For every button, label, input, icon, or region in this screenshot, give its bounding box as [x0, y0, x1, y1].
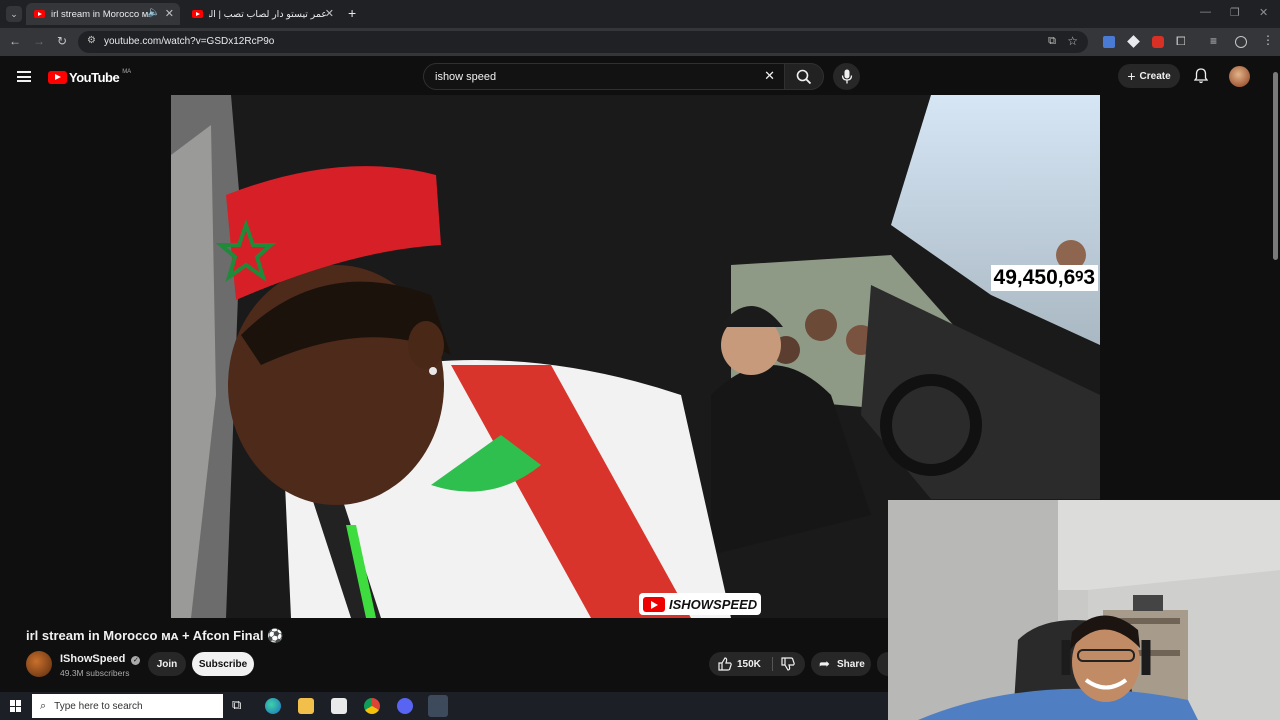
webcam-overlay — [888, 500, 1280, 720]
close-tab-icon[interactable]: ✕ — [325, 7, 334, 20]
plus-icon: + — [1127, 68, 1136, 84]
reload-icon[interactable]: ↻ — [57, 34, 67, 48]
watermark-text: ISHOWSPEED — [669, 596, 758, 612]
speaker-icon[interactable]: 🔈 — [148, 7, 160, 18]
profile-icon[interactable] — [1235, 36, 1247, 48]
site-info-icon[interactable]: ⚙ — [87, 35, 96, 46]
forward-icon[interactable]: → — [33, 34, 45, 48]
like-button[interactable]: 150K — [709, 652, 771, 676]
translate-extension-icon[interactable] — [1103, 36, 1115, 48]
extensions-puzzle-icon[interactable]: ⧠ — [1176, 34, 1186, 49]
dislike-button[interactable] — [773, 652, 805, 676]
windows-start-icon[interactable] — [10, 700, 22, 712]
thumbs-down-icon — [781, 657, 795, 671]
clear-search-icon[interactable]: ✕ — [764, 68, 775, 84]
youtube-logo[interactable]: YouTube MA — [48, 69, 131, 85]
search-input[interactable]: ishow speed ✕ — [423, 63, 785, 90]
hamburger-menu-icon[interactable] — [17, 71, 31, 82]
tab-title: irl stream in Morocco ᴍᴀ - — [51, 8, 151, 20]
extension-red-icon[interactable] — [1152, 36, 1164, 48]
watermark-play-icon — [643, 596, 665, 612]
thumbs-up-icon — [718, 657, 732, 671]
microphone-icon — [841, 69, 852, 84]
channel-avatar[interactable] — [26, 651, 52, 677]
new-tab-button[interactable]: + — [348, 5, 356, 21]
taskbar-search-icon: ⌕ — [40, 699, 47, 712]
view-counter-overlay: 49,450,6ꝰ3 — [990, 265, 1098, 291]
tab-irl-stream[interactable]: irl stream in Morocco ᴍᴀ - 🔈 ✕ — [26, 3, 180, 25]
voice-search-button[interactable] — [833, 63, 860, 90]
restore-icon[interactable]: ❐ — [1230, 6, 1240, 19]
share-button[interactable]: ➦ Share — [811, 652, 871, 676]
close-tab-icon[interactable]: ✕ — [165, 7, 174, 20]
minimize-icon[interactable]: — — [1200, 6, 1211, 18]
share-label: Share — [837, 659, 865, 670]
ishowspeed-watermark: ISHOWSPEED — [639, 593, 762, 615]
like-dislike-group: 150K — [709, 652, 805, 676]
account-avatar[interactable] — [1229, 66, 1250, 87]
youtube-header: YouTube MA ishow speed ✕ — [0, 56, 1280, 96]
install-app-icon[interactable]: ⧉ — [1048, 35, 1056, 48]
notifications-bell-icon[interactable] — [1194, 68, 1208, 84]
channel-name[interactable]: IShowSpeed ✓ — [60, 653, 141, 665]
file-explorer-icon[interactable] — [298, 698, 314, 714]
microsoft-store-icon[interactable] — [331, 698, 347, 714]
edge-browser-icon[interactable] — [265, 698, 281, 714]
youtube-play-logo-icon — [48, 70, 67, 84]
create-button[interactable]: + Create — [1118, 64, 1180, 88]
channel-name-text: IShowSpeed — [60, 653, 126, 665]
taskbar-search-input[interactable]: ⌕ Type here to search — [32, 694, 223, 718]
tab-search-button[interactable]: ⌄ — [6, 6, 22, 22]
back-icon[interactable]: ← — [9, 34, 21, 48]
address-bar[interactable]: ⚙ youtube.com/watch?v=GSDx12RcP9o ⧉ ☆ — [78, 31, 1088, 53]
windows-taskbar: ⌕ Type here to search ⧉ — [0, 692, 888, 720]
active-app-icon[interactable] — [428, 695, 448, 717]
youtube-favicon-icon — [192, 10, 203, 18]
chrome-icon[interactable] — [364, 698, 380, 714]
discord-icon[interactable] — [397, 698, 413, 714]
url-text: youtube.com/watch?v=GSDx12RcP9o — [104, 36, 275, 47]
video-title: irl stream in Morocco ᴍᴀ + Afcon Final ⚽ — [26, 628, 284, 643]
country-code: MA — [122, 69, 132, 75]
browser-tab-strip: ⌄ irl stream in Morocco ᴍᴀ - 🔈 ✕ عمر تيس… — [0, 0, 1280, 28]
browser-menu-icon[interactable]: ⋮ — [1262, 33, 1274, 47]
close-window-icon[interactable]: ✕ — [1259, 6, 1268, 19]
browser-toolbar: ← → ↻ ⚙ youtube.com/watch?v=GSDx12RcP9o … — [0, 28, 1280, 56]
youtube-favicon-icon — [34, 10, 45, 18]
bookmark-star-icon[interactable]: ☆ — [1067, 34, 1078, 48]
create-label: Create — [1139, 70, 1171, 82]
verified-badge-icon: ✓ — [131, 656, 141, 665]
like-count: 150K — [737, 658, 761, 670]
search-icon — [796, 69, 812, 85]
search-button[interactable] — [784, 63, 824, 90]
youtube-logo-text: YouTube — [69, 69, 120, 85]
share-icon: ➦ — [819, 656, 830, 671]
subscribe-button[interactable]: Subscribe — [192, 652, 254, 676]
webcam-frame — [888, 500, 1280, 720]
tab-arabic-video[interactable]: عمر تيستو دار لصاب تصب | البرو ✕ — [184, 3, 340, 25]
join-button[interactable]: Join — [148, 652, 186, 676]
more-actions-button[interactable] — [877, 652, 888, 676]
extension-diamond-icon[interactable] — [1127, 35, 1140, 48]
scrollbar-thumb[interactable] — [1273, 72, 1278, 260]
taskbar-search-placeholder: Type here to search — [54, 700, 143, 712]
search-input-value: ishow speed — [435, 71, 497, 83]
tab-title: عمر تيستو دار لصاب تصب | البرو — [209, 8, 327, 20]
task-view-icon[interactable]: ⧉ — [232, 697, 241, 713]
subscriber-count: 49.3M subscribers — [60, 668, 130, 678]
reading-list-icon[interactable]: ≡ — [1210, 34, 1217, 48]
